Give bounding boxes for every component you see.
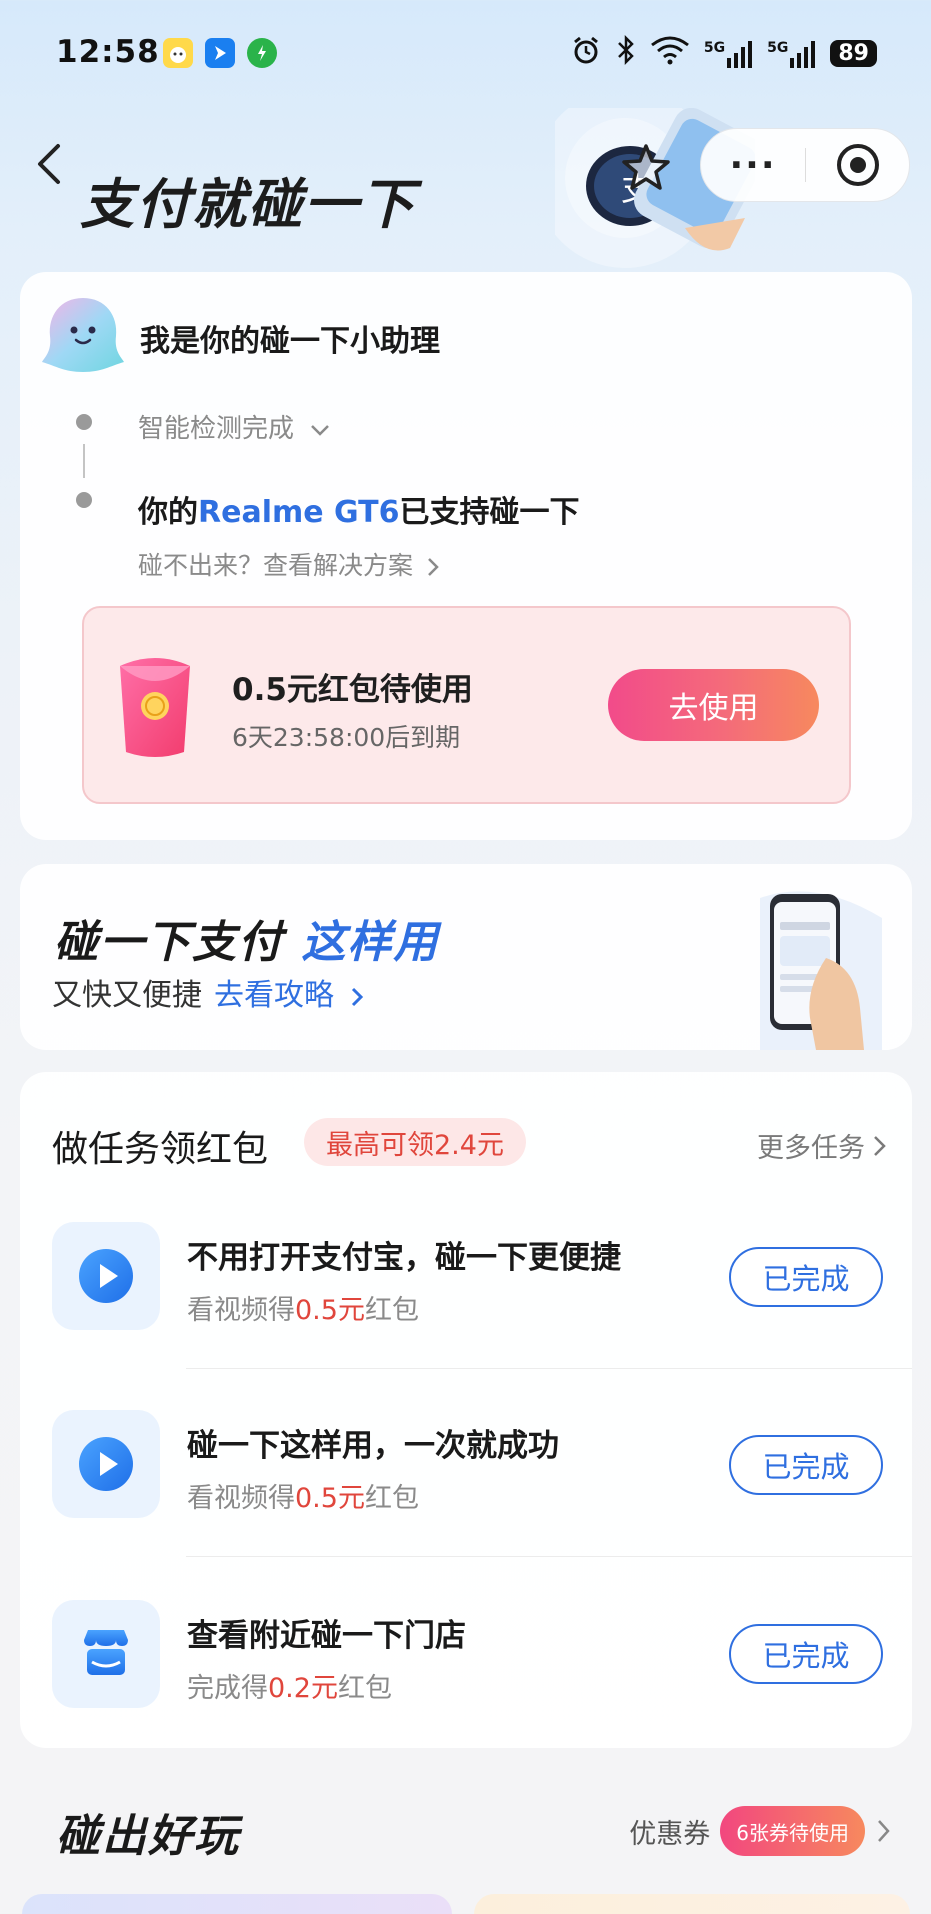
chevron-right-icon xyxy=(351,987,363,1006)
task-divider xyxy=(186,1368,912,1369)
task-title: 不用打开支付宝，碰一下更便捷 xyxy=(187,1240,621,1276)
coupon-label: 优惠券 xyxy=(629,1818,711,1850)
close-miniapp-button[interactable] xyxy=(806,142,909,188)
play-icon xyxy=(52,1222,160,1330)
guide-subtitle-text: 又快又便捷 xyxy=(52,978,202,1013)
battery-indicator: 89 xyxy=(830,40,877,67)
fun-section-title: 碰出好玩 xyxy=(56,1811,240,1862)
task-completed-button[interactable]: 已完成 xyxy=(729,1435,883,1495)
coupon-expiry: 6天23:58:00后到期 xyxy=(232,723,461,752)
guide-subtitle: 又快又便捷 去看攻略 xyxy=(52,970,366,1014)
bluetooth-icon xyxy=(616,34,636,73)
status-time: 12:58 xyxy=(56,34,160,70)
chevron-right-icon xyxy=(874,1135,886,1156)
task-reward-prefix: 看视频得 xyxy=(187,1483,295,1514)
fun-card-left[interactable] xyxy=(22,1894,452,1914)
use-coupon-button[interactable]: 去使用 xyxy=(608,669,819,741)
red-packet-icon xyxy=(112,652,198,762)
detection-status-label: 智能检测完成 xyxy=(138,414,295,444)
step-dot xyxy=(76,414,92,430)
chevron-right-icon xyxy=(428,558,439,576)
device-support-suffix: 已支持碰一下 xyxy=(399,495,580,530)
task-reward: 完成得0.2元红包 xyxy=(187,1666,392,1705)
task-reward: 看视频得0.5元红包 xyxy=(187,1476,419,1515)
device-name: Realme GT6 xyxy=(198,495,400,530)
task-reward-amount: 0.2元 xyxy=(268,1673,338,1704)
assistant-title: 我是你的碰一下小助理 xyxy=(140,324,440,359)
phone-in-hand-illustration xyxy=(756,888,886,1050)
more-tasks-label: 更多任务 xyxy=(757,1133,865,1164)
wifi-icon xyxy=(650,35,690,72)
signal-icon: 5G xyxy=(767,40,816,68)
target-icon xyxy=(836,144,879,186)
more-menu-button[interactable]: ··· xyxy=(701,145,805,186)
task-reward: 看视频得0.5元红包 xyxy=(187,1288,419,1327)
task-reward-amount: 0.5元 xyxy=(295,1483,365,1514)
task-reward-suffix: 红包 xyxy=(337,1673,392,1704)
task-title: 碰一下这样用，一次就成功 xyxy=(187,1428,559,1464)
status-icons: 5G 5G 89 xyxy=(570,34,877,73)
miniapp-capsule: ··· xyxy=(700,128,910,202)
task-reward-suffix: 红包 xyxy=(364,1295,419,1326)
shield-app-icon xyxy=(247,38,277,68)
task-reward-amount: 0.5元 xyxy=(295,1295,365,1326)
task-title: 查看附近碰一下门店 xyxy=(187,1618,466,1654)
alarm-icon xyxy=(570,34,602,73)
play-icon xyxy=(52,1410,160,1518)
navigation-app-icon xyxy=(205,38,235,68)
chevron-right-icon xyxy=(878,1820,890,1842)
store-icon xyxy=(52,1600,160,1708)
tasks-title: 做任务领红包 xyxy=(52,1129,269,1170)
more-tasks-link[interactable]: 更多任务 xyxy=(757,1126,889,1165)
task-completed-button[interactable]: 已完成 xyxy=(729,1247,883,1307)
task-divider xyxy=(186,1556,912,1557)
troubleshoot-link[interactable]: 碰不出来？查看解决方案 xyxy=(138,546,441,582)
device-support-text: 你的Realme GT6已支持碰一下 xyxy=(138,487,579,531)
coupon-count-badge: 6张券待使用 xyxy=(720,1806,865,1856)
device-support-prefix: 你的 xyxy=(138,495,198,530)
task-reward-prefix: 看视频得 xyxy=(187,1295,295,1326)
coupon-shortcut[interactable]: 优惠券 6张券待使用 xyxy=(629,1806,893,1856)
guide-link[interactable]: 去看攻略 xyxy=(214,978,366,1013)
nuomi-app-icon xyxy=(163,38,193,68)
guide-title-highlight: 这样用 xyxy=(301,917,440,968)
assistant-avatar xyxy=(40,292,126,378)
troubleshoot-link-label: 碰不出来？查看解决方案 xyxy=(138,551,414,580)
fun-card-right[interactable] xyxy=(474,1894,910,1914)
chevron-down-icon xyxy=(311,424,330,436)
task-reward-suffix: 红包 xyxy=(364,1483,419,1514)
guide-title: 碰一下支付 这样用 xyxy=(54,906,439,970)
step-dot xyxy=(76,492,92,508)
task-reward-prefix: 完成得 xyxy=(187,1673,268,1704)
guide-link-label: 去看攻略 xyxy=(214,978,334,1013)
signal-icon: 5G xyxy=(704,40,753,68)
back-button[interactable] xyxy=(30,140,70,188)
favorite-star-icon[interactable] xyxy=(618,140,674,196)
step-connector xyxy=(83,444,85,478)
detection-status-toggle[interactable]: 智能检测完成 xyxy=(138,408,332,445)
guide-title-prefix: 碰一下支付 xyxy=(54,917,284,968)
coupon-title: 0.5元红包待使用 xyxy=(232,672,473,708)
page-title: 支付就碰一下 xyxy=(80,173,416,236)
tasks-max-reward-badge: 最高可领2.4元 xyxy=(304,1118,526,1166)
task-completed-button[interactable]: 已完成 xyxy=(729,1624,883,1684)
